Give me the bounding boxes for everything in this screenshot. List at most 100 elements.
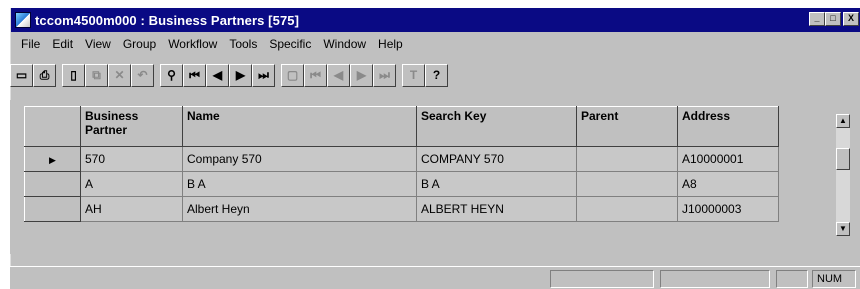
cell-parent[interactable] (576, 146, 678, 172)
menu-help[interactable]: Help (372, 37, 409, 51)
minimize-button[interactable]: _ (809, 12, 825, 26)
scroll-down-button[interactable]: ▼ (836, 222, 850, 236)
context-help-button[interactable]: ? (425, 63, 448, 87)
menu-tools[interactable]: Tools (223, 37, 263, 51)
text-button[interactable]: T (402, 63, 425, 87)
num-lock-indicator: NUM (812, 270, 856, 288)
status-pane-2 (660, 270, 770, 288)
save-icon: ▭ (15, 68, 28, 82)
next-group-button[interactable]: ▶ (350, 63, 373, 87)
menu-edit[interactable]: Edit (46, 37, 79, 51)
toolbar-group: ⚲ ⏮ ◀ ▶ ⏭ (160, 63, 275, 87)
toolbar-group: ▢ ⏮ ◀ ▶ ⏭ (281, 63, 396, 87)
last-group-button[interactable]: ⏭ (373, 63, 396, 87)
new-icon: ▯ (70, 68, 77, 82)
window-title: tccom4500m000 : Business Partners [575] (35, 12, 300, 28)
toolbar-group: T? (402, 63, 448, 87)
new-button[interactable]: ▯ (62, 63, 85, 87)
find-button[interactable]: ⚲ (160, 63, 183, 87)
grid-area: Business Partner Name Search Key Parent … (10, 100, 850, 254)
next-group-icon: ▶ (356, 68, 367, 82)
business-partners-grid: Business Partner Name Search Key Parent … (24, 106, 779, 222)
print-button[interactable]: ⎙ (33, 63, 56, 87)
menu-view[interactable]: View (79, 37, 117, 51)
cell-address[interactable]: A10000001 (677, 146, 779, 172)
table-row[interactable]: ▶ 570 Company 570 COMPANY 570 A10000001 (24, 146, 779, 172)
first-group-icon: ⏮ (310, 67, 321, 82)
maximize-button[interactable]: □ (825, 12, 841, 26)
grid-header-row: Business Partner Name Search Key Parent … (24, 106, 779, 147)
first-record-icon: ⏮ (189, 67, 200, 82)
column-header-name[interactable]: Name (182, 106, 417, 147)
row-selector[interactable] (24, 196, 81, 222)
table-row[interactable]: A B A B A A8 (24, 171, 779, 197)
close-button[interactable]: X (843, 12, 859, 26)
cell-business-partner[interactable]: AH (80, 196, 183, 222)
row-selector-header[interactable] (24, 106, 81, 147)
previous-group-button[interactable]: ◀ (327, 63, 350, 87)
menu-group[interactable]: Group (117, 37, 162, 51)
row-selector[interactable] (24, 171, 81, 197)
cell-business-partner[interactable]: 570 (80, 146, 183, 172)
column-header-parent[interactable]: Parent (576, 106, 678, 147)
toolbar-group: ▯ ⧉ ✕ ↶ (62, 63, 154, 87)
cell-search-key[interactable]: ALBERT HEYN (416, 196, 577, 222)
text-icon: T (409, 68, 418, 82)
last-record-button[interactable]: ⏭ (252, 63, 275, 87)
cell-address[interactable]: J10000003 (677, 196, 779, 222)
arrow-up-icon: ▲ (839, 116, 847, 125)
column-header-search-key[interactable]: Search Key (416, 106, 577, 147)
form-button[interactable]: ▢ (281, 63, 304, 87)
first-group-button[interactable]: ⏮ (304, 63, 327, 87)
arrow-down-icon: ▼ (839, 224, 847, 233)
status-pane-1 (550, 270, 654, 288)
last-record-icon: ⏭ (258, 67, 269, 82)
next-record-button[interactable]: ▶ (229, 63, 252, 87)
delete-icon: ✕ (114, 68, 125, 82)
status-bar: NUM (10, 266, 860, 289)
next-record-icon: ▶ (235, 68, 246, 82)
copy-icon: ⧉ (92, 67, 101, 82)
table-row[interactable]: AH Albert Heyn ALBERT HEYN J10000003 (24, 196, 779, 222)
app-icon[interactable] (15, 12, 31, 28)
previous-record-button[interactable]: ◀ (206, 63, 229, 87)
cell-name[interactable]: Company 570 (182, 146, 417, 172)
title-bar[interactable]: tccom4500m000 : Business Partners [575] … (11, 8, 860, 32)
toolbar-group: ▭ ⎙ (10, 63, 56, 87)
cell-search-key[interactable]: COMPANY 570 (416, 146, 577, 172)
row-selector[interactable]: ▶ (24, 146, 81, 172)
menu-specific[interactable]: Specific (263, 37, 317, 51)
menu-workflow[interactable]: Workflow (162, 37, 223, 51)
vertical-scrollbar[interactable]: ▲ ▼ (836, 114, 850, 236)
undo-icon: ↶ (137, 68, 148, 82)
cell-business-partner[interactable]: A (80, 171, 183, 197)
cell-name[interactable]: Albert Heyn (182, 196, 417, 222)
cell-search-key[interactable]: B A (416, 171, 577, 197)
form-icon: ▢ (286, 68, 299, 82)
menu-window[interactable]: Window (317, 37, 372, 51)
previous-group-icon: ◀ (333, 68, 344, 82)
cell-parent[interactable] (576, 171, 678, 197)
previous-record-icon: ◀ (212, 68, 223, 82)
cell-address[interactable]: A8 (677, 171, 779, 197)
menu-bar: File Edit View Group Workflow Tools Spec… (11, 34, 409, 54)
last-group-icon: ⏭ (379, 67, 390, 82)
find-icon: ⚲ (167, 68, 176, 82)
scroll-thumb[interactable] (836, 148, 850, 170)
cell-name[interactable]: B A (182, 171, 417, 197)
scroll-up-button[interactable]: ▲ (836, 114, 850, 128)
current-row-icon: ▶ (49, 155, 56, 165)
delete-button[interactable]: ✕ (108, 63, 131, 87)
print-icon: ⎙ (39, 67, 50, 82)
undo-button[interactable]: ↶ (131, 63, 154, 87)
column-header-address[interactable]: Address (677, 106, 779, 147)
cell-parent[interactable] (576, 196, 678, 222)
first-record-button[interactable]: ⏮ (183, 63, 206, 87)
menu-file[interactable]: File (15, 37, 46, 51)
copy-button[interactable]: ⧉ (85, 63, 108, 87)
context-help-icon: ? (432, 68, 441, 82)
toolbar: ▭ ⎙ ▯ ⧉ ✕ ↶ ⚲ ⏮ ◀ ▶ ⏭ ▢ ⏮ ◀ ▶ ⏭ T? (10, 60, 454, 90)
save-button[interactable]: ▭ (10, 63, 33, 87)
column-header-business-partner[interactable]: Business Partner (80, 106, 183, 147)
status-pane-3 (776, 270, 808, 288)
